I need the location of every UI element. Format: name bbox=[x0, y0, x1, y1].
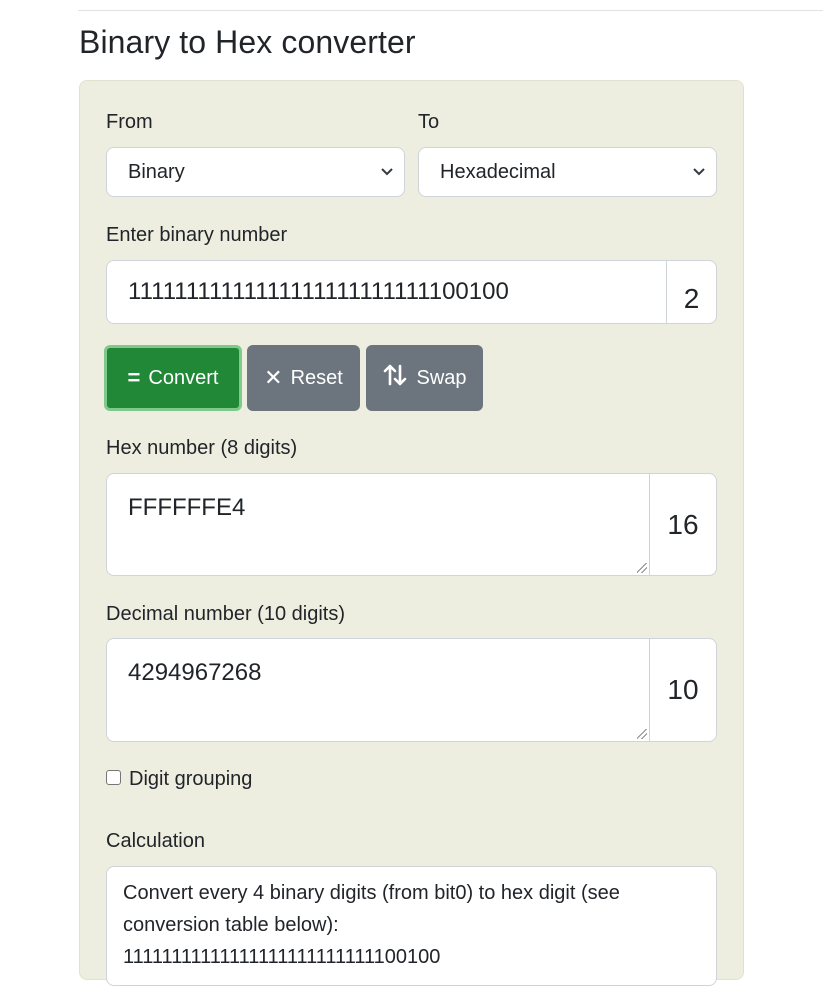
to-select[interactable]: Hexadecimal bbox=[418, 147, 717, 197]
hex-output-group: FFFFFFE4 16 bbox=[106, 473, 717, 576]
decimal-output-label: Decimal number (10 digits) bbox=[106, 603, 345, 625]
from-label: From bbox=[106, 111, 153, 133]
page-title: Binary to Hex converter bbox=[79, 24, 416, 60]
digit-grouping-label[interactable]: Digit grouping bbox=[129, 768, 252, 791]
top-divider bbox=[78, 10, 823, 11]
decimal-base-addon: 10 bbox=[650, 638, 717, 742]
convert-button-label: Convert bbox=[148, 366, 219, 389]
decimal-output-group: 4294967268 10 bbox=[106, 638, 717, 742]
close-icon: ✕ bbox=[264, 365, 283, 390]
hex-output-field[interactable]: FFFFFFE4 bbox=[106, 473, 650, 576]
chevron-down-icon bbox=[692, 148, 706, 216]
equals-icon: = bbox=[127, 365, 141, 390]
hex-output-label: Hex number (8 digits) bbox=[106, 437, 298, 459]
swap-button[interactable]: Swap bbox=[366, 345, 483, 411]
chevron-down-icon bbox=[380, 148, 394, 216]
binary-input-label: Enter binary number bbox=[106, 224, 288, 246]
calculation-box: Convert every 4 binary digits (from bit0… bbox=[106, 866, 717, 986]
to-label: To bbox=[418, 111, 440, 133]
hex-base-addon: 16 bbox=[650, 473, 717, 576]
convert-button[interactable]: = Convert bbox=[104, 345, 242, 411]
calculation-label: Calculation bbox=[106, 830, 205, 852]
to-select-value: Hexadecimal bbox=[440, 161, 556, 183]
calculation-text: Convert every 4 binary digits (from bit0… bbox=[123, 882, 620, 936]
resize-grip-icon[interactable] bbox=[637, 563, 647, 573]
binary-base-addon: 2 bbox=[667, 260, 717, 324]
reset-button-label: Reset bbox=[290, 366, 343, 389]
swap-arrows-icon bbox=[382, 362, 408, 394]
decimal-output-field[interactable]: 4294967268 bbox=[106, 638, 650, 742]
decimal-output-value: 4294967268 bbox=[128, 659, 262, 686]
swap-button-label: Swap bbox=[416, 366, 467, 389]
reset-button[interactable]: ✕ Reset bbox=[247, 345, 360, 411]
resize-grip-icon[interactable] bbox=[637, 729, 647, 739]
from-select-value: Binary bbox=[128, 161, 185, 183]
hex-output-value: FFFFFFE4 bbox=[128, 494, 246, 521]
calculation-binary: 11111111111111111111111111100100 bbox=[123, 946, 441, 968]
binary-input[interactable]: 11111111111111111111111111100100 bbox=[106, 260, 667, 324]
binary-input-group: 11111111111111111111111111100100 2 bbox=[106, 260, 717, 324]
from-select[interactable]: Binary bbox=[106, 147, 405, 197]
digit-grouping-checkbox[interactable] bbox=[106, 770, 121, 785]
